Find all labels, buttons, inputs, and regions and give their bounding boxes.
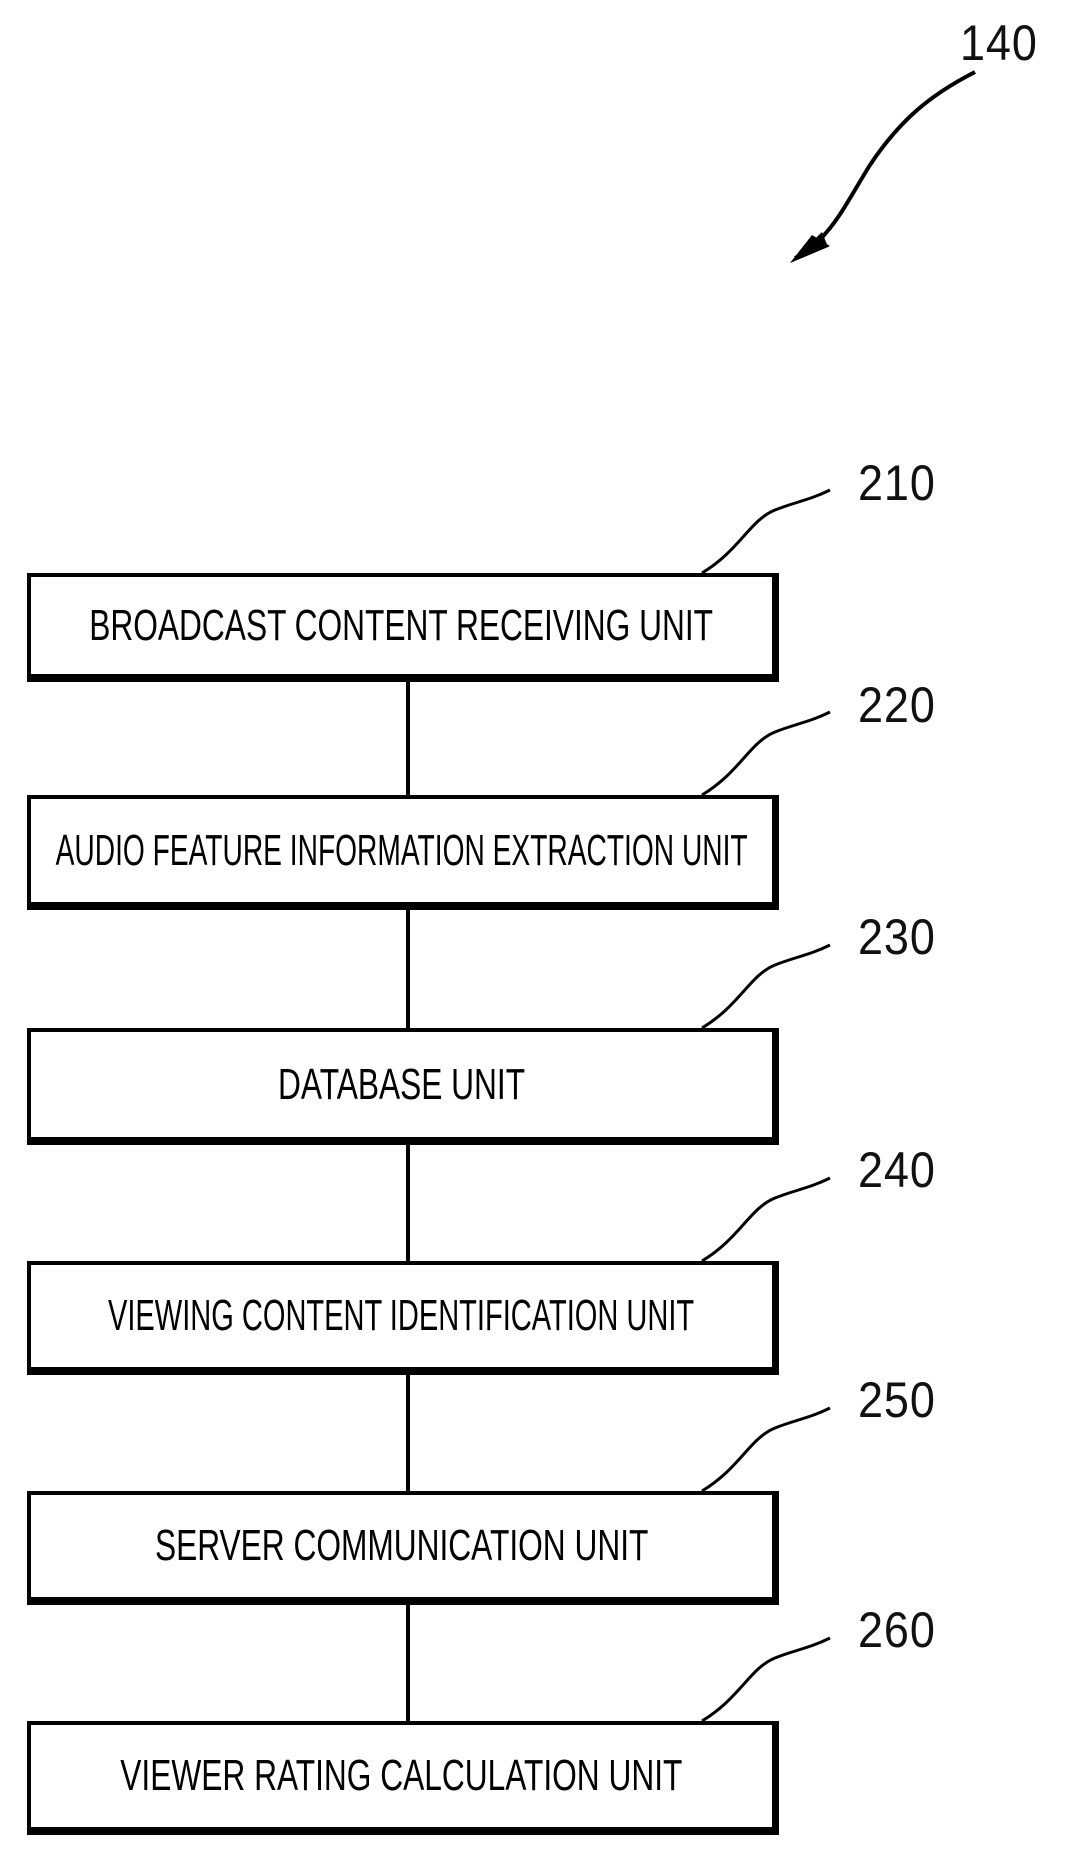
reference-numeral-210: 210 [858, 455, 936, 511]
unit-label: SERVER COMMUNICATION UNIT [154, 1521, 649, 1570]
unit-label: VIEWER RATING CALCULATION UNIT [120, 1751, 683, 1800]
reference-numeral-260: 260 [858, 1602, 936, 1658]
leader-line-250 [701, 1406, 831, 1493]
leader-line-240 [701, 1176, 831, 1263]
reference-numeral-240: 240 [858, 1142, 936, 1198]
reference-numeral-250: 250 [858, 1372, 936, 1428]
unit-box-server-communication: SERVER COMMUNICATION UNIT [27, 1491, 779, 1605]
reference-numeral-230: 230 [858, 909, 936, 965]
unit-label: AUDIO FEATURE INFORMATION EXTRACTION UNI… [55, 825, 748, 875]
reference-arrow-140 [794, 70, 976, 260]
unit-box-viewing-content-identification: VIEWING CONTENT IDENTIFICATION UNIT [27, 1261, 779, 1375]
reference-numeral-140: 140 [960, 15, 1038, 71]
unit-label: DATABASE UNIT [277, 1059, 526, 1109]
leader-line-230 [701, 943, 831, 1030]
unit-box-viewer-rating-calculation: VIEWER RATING CALCULATION UNIT [27, 1721, 779, 1835]
leader-line-220 [701, 710, 831, 797]
leader-line-260 [701, 1636, 831, 1723]
unit-box-database: DATABASE UNIT [27, 1028, 779, 1145]
unit-box-broadcast-content-receiving: BROADCAST CONTENT RECEIVING UNIT [27, 573, 779, 682]
reference-numeral-220: 220 [858, 677, 936, 733]
unit-label: VIEWING CONTENT IDENTIFICATION UNIT [108, 1291, 695, 1340]
unit-box-audio-feature-information-extraction: AUDIO FEATURE INFORMATION EXTRACTION UNI… [27, 795, 779, 910]
leader-line-210 [701, 488, 831, 575]
unit-label: BROADCAST CONTENT RECEIVING UNIT [89, 600, 714, 650]
